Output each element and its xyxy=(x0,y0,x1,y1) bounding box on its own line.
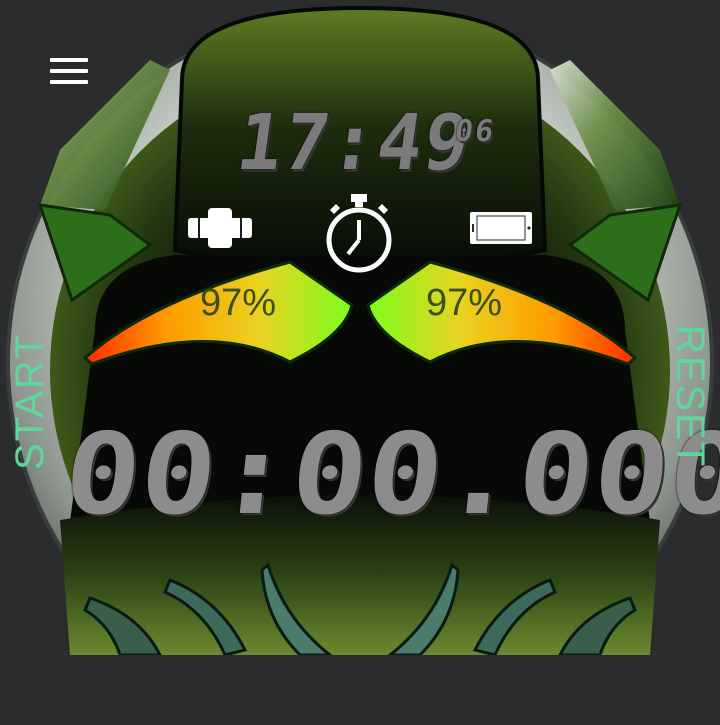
stopwatch-display: 00:00.000 xyxy=(58,410,720,540)
watch-icon xyxy=(188,208,252,248)
menu-button[interactable] xyxy=(50,56,88,86)
clock-seconds: 06 xyxy=(452,114,498,149)
hamburger-menu-icon xyxy=(50,58,88,62)
phone-icon xyxy=(470,212,532,244)
watch-battery-percent: 97% xyxy=(200,282,277,324)
clock-time: 17:49 xyxy=(231,97,478,189)
reset-button[interactable]: RESET xyxy=(667,325,712,468)
start-button[interactable]: START xyxy=(8,333,53,470)
phone-battery-percent: 97% xyxy=(426,282,503,324)
stopwatch-icon xyxy=(326,194,392,273)
